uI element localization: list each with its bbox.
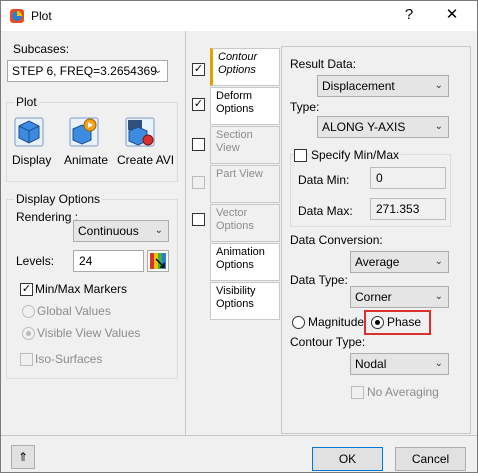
phase-radio[interactable] [371, 316, 384, 329]
data-max-label: Data Max: [298, 204, 353, 218]
data-max-value: 271.353 [376, 202, 420, 216]
double-chevron-up-icon: ⇑ [17, 450, 29, 464]
levels-value: 24 [79, 254, 93, 268]
footer-divider [1, 435, 477, 436]
tab-contour-options-label: Contour Options [218, 51, 258, 76]
plot-group-label: Plot [14, 95, 39, 109]
app-icon [10, 9, 24, 23]
no-averaging-checkbox[interactable] [351, 386, 364, 399]
data-conversion-select[interactable]: Average ⌄ [350, 251, 449, 273]
display-label: Display [12, 153, 52, 167]
subcases-value: STEP 6, FREQ=3.2654369 [12, 64, 157, 78]
data-conversion-value: Average [355, 255, 400, 269]
ok-label: OK [338, 452, 357, 466]
visible-view-values-label: Visible View Values [37, 326, 141, 340]
specify-minmax-label: Specify Min/Max [309, 148, 402, 162]
contour-type-label: Contour Type: [290, 335, 366, 349]
create-avi-label: Create AVI [117, 153, 175, 167]
help-button[interactable]: ? [399, 5, 419, 25]
animate-icon [69, 117, 99, 147]
close-button[interactable]: ✕ [442, 5, 462, 25]
tab-animation-options[interactable]: Animation Options [210, 243, 280, 281]
vertical-divider [185, 31, 186, 436]
rendering-select[interactable]: Continuous ⌄ [73, 220, 169, 242]
minmax-markers-checkbox[interactable]: ✓ [20, 283, 33, 296]
visible-view-values-radio[interactable] [22, 327, 35, 340]
data-type-value: Corner [355, 290, 392, 304]
data-type-select[interactable]: Corner ⌄ [350, 286, 449, 308]
plot-dialog: Plot ? ✕ Subcases: STEP 6, FREQ=3.265436… [0, 0, 478, 473]
animate-button[interactable] [68, 116, 100, 148]
section-view-checkbox[interactable] [192, 138, 205, 151]
iso-surfaces-checkbox[interactable] [20, 353, 33, 366]
phase-label: Phase [387, 315, 422, 329]
chevron-down-icon: ⌄ [434, 121, 443, 132]
ok-button[interactable]: OK [312, 447, 383, 471]
cancel-label: Cancel [411, 452, 450, 466]
title-bar: Plot ? ✕ [1, 1, 477, 31]
levels-input[interactable]: 24 [73, 250, 144, 272]
part-view-checkbox[interactable] [192, 176, 205, 189]
palette-icon [150, 253, 166, 269]
contour-type-value: Nodal [355, 357, 387, 371]
rendering-label: Rendering : [16, 210, 79, 224]
tab-deform-options[interactable]: Deform Options [210, 87, 280, 125]
cancel-button[interactable]: Cancel [395, 447, 466, 471]
data-type-label: Data Type: [290, 273, 348, 287]
data-min-input[interactable]: 0 [370, 167, 446, 189]
tab-deform-options-label: Deform Options [216, 90, 254, 115]
tab-contour-options[interactable]: Contour Options [210, 48, 280, 86]
data-min-value: 0 [376, 171, 383, 185]
deform-options-checkbox[interactable]: ✓ [192, 98, 205, 111]
iso-surfaces-label: Iso-Surfaces [35, 352, 103, 366]
magnitude-label: Magnitude [308, 315, 365, 329]
chevron-down-icon: ⌄ [434, 256, 443, 267]
type-label: Type: [290, 100, 320, 114]
window-title: Plot [31, 9, 52, 23]
chevron-down-icon: ⌄ [434, 291, 443, 302]
tab-section-view-label: Section View [216, 129, 253, 154]
levels-label: Levels: [16, 254, 55, 268]
no-averaging-label: No Averaging [367, 385, 439, 399]
result-data-label: Result Data: [290, 57, 357, 71]
type-select[interactable]: ALONG Y-AXIS ⌄ [317, 116, 449, 138]
animate-label: Animate [64, 153, 109, 167]
tab-animation-options-label: Animation Options [216, 246, 265, 271]
tab-vector-options-label: Vector Options [216, 207, 254, 232]
display-icon [14, 117, 44, 147]
minmax-markers-label: Min/Max Markers [35, 282, 128, 296]
color-palette-button[interactable] [147, 250, 169, 272]
chevron-down-icon: ⌄ [153, 65, 162, 76]
create-avi-icon [125, 117, 155, 147]
type-value: ALONG Y-AXIS [322, 120, 406, 134]
create-avi-button[interactable] [124, 116, 156, 148]
tab-part-view[interactable]: Part View [210, 165, 280, 203]
tab-visibility-options[interactable]: Visibility Options [210, 282, 280, 320]
data-conversion-label: Data Conversion: [290, 233, 383, 247]
display-options-label: Display Options [14, 192, 103, 206]
tab-part-view-label: Part View [216, 168, 263, 180]
tab-section-view[interactable]: Section View [210, 126, 280, 164]
tab-visibility-options-label: Visibility Options [216, 285, 256, 310]
chevron-down-icon: ⌄ [434, 358, 443, 369]
subcases-select[interactable]: STEP 6, FREQ=3.2654369 ⌄ [7, 60, 168, 82]
result-data-value: Displacement [322, 79, 395, 93]
rendering-value: Continuous [78, 224, 139, 238]
chevron-down-icon: ⌄ [434, 80, 443, 91]
data-min-label: Data Min: [298, 173, 350, 187]
global-values-label: Global Values [37, 304, 111, 318]
display-button[interactable] [13, 116, 45, 148]
chevron-down-icon: ⌄ [154, 225, 163, 236]
vector-options-checkbox[interactable] [192, 213, 205, 226]
data-max-input[interactable]: 271.353 [370, 198, 446, 220]
global-values-radio[interactable] [22, 305, 35, 318]
magnitude-radio[interactable] [292, 316, 305, 329]
contour-type-select[interactable]: Nodal ⌄ [350, 353, 449, 375]
specify-minmax-checkbox[interactable] [294, 149, 307, 162]
subcases-label: Subcases: [13, 42, 70, 56]
collapse-button[interactable]: ⇑ [11, 445, 35, 469]
contour-options-checkbox[interactable]: ✓ [192, 63, 205, 76]
tab-vector-options[interactable]: Vector Options [210, 204, 280, 242]
result-data-select[interactable]: Displacement ⌄ [317, 75, 449, 97]
